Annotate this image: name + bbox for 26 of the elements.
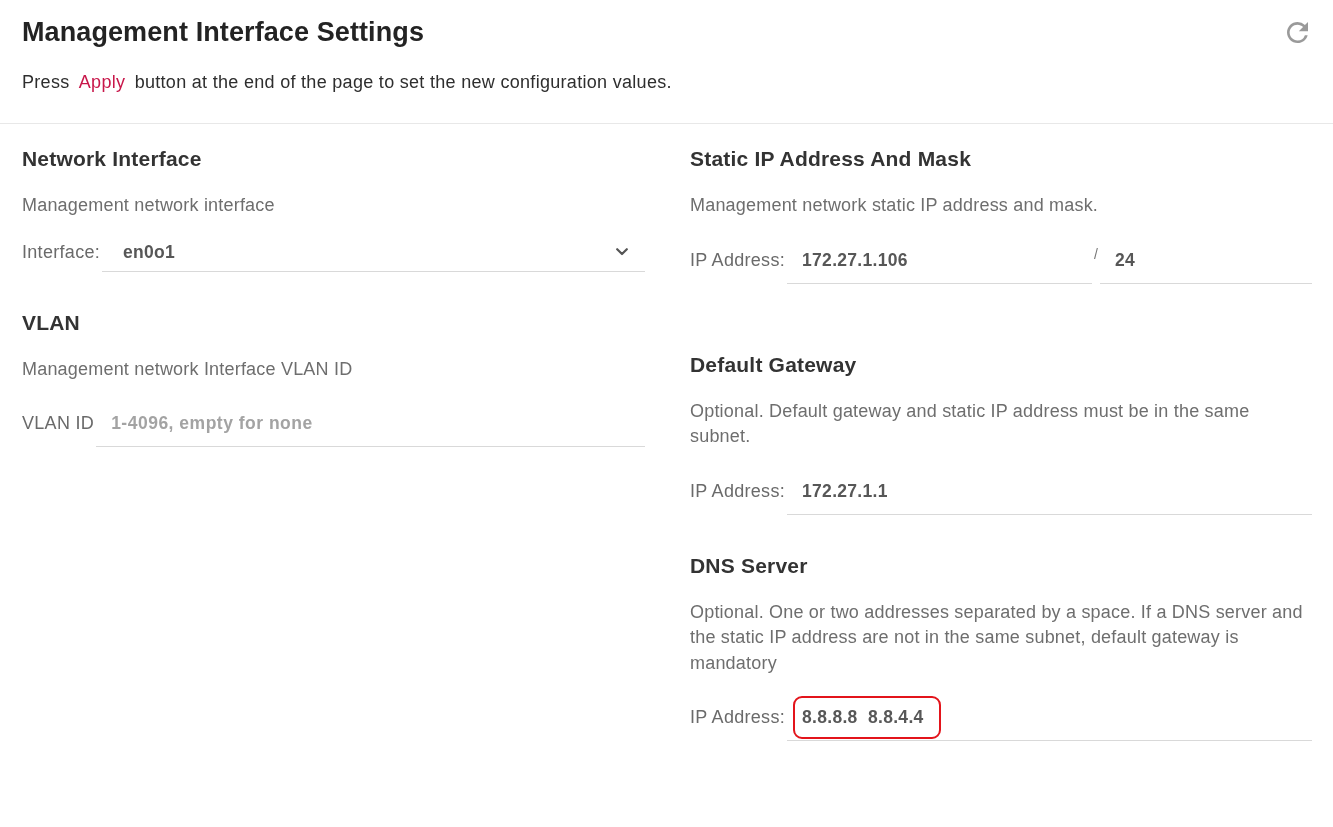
field-label: Interface: [22,240,101,264]
text-field[interactable]: 8.8.8.8 8.8.4.4 [787,689,1312,741]
section-description: Optional. Default gateway and static IP address must be in the same subnet. [690,399,1251,448]
instruction-text: Press Apply button at the end of the page to set the new configuration values. [22,71,673,94]
dropdown-select[interactable]: en0o1 [102,231,645,272]
field-label: IP Address: [690,706,786,729]
apply-link[interactable]: Apply [78,72,126,92]
field-label: IP Address: [690,248,786,272]
section-heading: DNS Server [690,552,809,579]
page-title: Management Interface Settings [22,16,424,49]
chevron-down-icon [616,247,628,256]
section-heading: VLAN [22,309,81,336]
mask-field[interactable]: 24 [1100,231,1312,284]
mask-separator: / [1093,244,1099,263]
field-label: IP Address: [690,479,786,503]
text-field[interactable]: 172.27.1.1 [787,462,1312,515]
refresh-icon[interactable] [1287,21,1308,43]
section-heading: Network Interface [22,146,203,172]
section-description: Management network static IP address and mask. [690,194,1100,217]
section-description: Management network Interface VLAN ID [22,357,354,381]
section-heading: Static IP Address And Mask [690,146,972,172]
field-label: VLAN ID [22,412,95,435]
section-heading: Default Gateway [690,351,858,378]
section-description: Management network interface [22,194,276,217]
text-field[interactable]: 172.27.1.106 [787,231,1093,284]
section-description: Optional. One or two addresses separated by a space. If a DNS server and the static IP address are not in the same subnet, default gateway is mandatory [690,600,1304,675]
